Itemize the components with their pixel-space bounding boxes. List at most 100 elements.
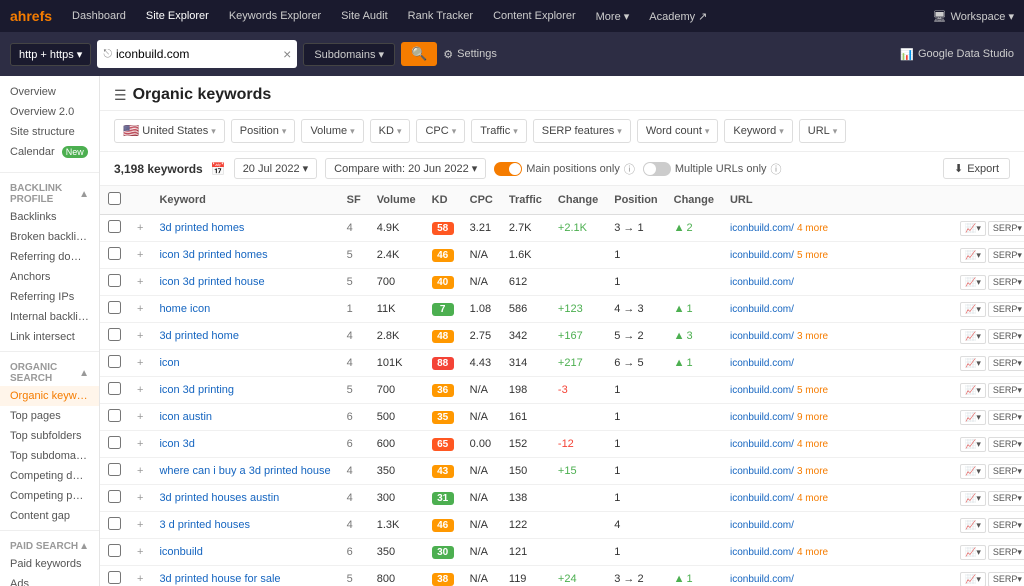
- row-checkbox[interactable]: [108, 301, 121, 314]
- keyword-link[interactable]: iconbuild: [159, 546, 202, 558]
- row-add-cell[interactable]: +: [129, 323, 151, 350]
- th-traffic[interactable]: Traffic: [501, 186, 550, 215]
- serp-button[interactable]: SERP▾: [988, 491, 1024, 506]
- nav-more[interactable]: More ▾: [588, 6, 638, 27]
- sidebar-item-competing-pages[interactable]: Competing pages: [0, 486, 99, 506]
- date-picker[interactable]: 20 Jul 2022 ▾: [234, 158, 317, 179]
- url-link[interactable]: iconbuild.com/: [730, 250, 794, 261]
- filter-kd[interactable]: KD ▾: [370, 119, 411, 143]
- url-link[interactable]: iconbuild.com/: [730, 520, 794, 531]
- row-add-cell[interactable]: +: [129, 512, 151, 539]
- trend-button[interactable]: 📈▾: [960, 572, 986, 586]
- serp-button[interactable]: SERP▾: [988, 464, 1024, 479]
- keyword-link[interactable]: home icon: [159, 303, 210, 315]
- sidebar-item-calendar[interactable]: Calendar New: [0, 142, 99, 162]
- serp-button[interactable]: SERP▾: [988, 545, 1024, 560]
- row-add-cell[interactable]: +: [129, 458, 151, 485]
- trend-button[interactable]: 📈▾: [960, 518, 986, 533]
- sidebar-item-organic-keywords[interactable]: Organic keywords: [0, 386, 99, 406]
- row-add-cell[interactable]: +: [129, 431, 151, 458]
- search-button[interactable]: 🔍: [401, 42, 437, 66]
- serp-button[interactable]: SERP▾: [988, 437, 1024, 452]
- row-add-cell[interactable]: +: [129, 350, 151, 377]
- url-link[interactable]: iconbuild.com/: [730, 277, 794, 288]
- url-link[interactable]: iconbuild.com/: [730, 304, 794, 315]
- keyword-link[interactable]: icon: [159, 357, 179, 369]
- row-checkbox[interactable]: [108, 328, 121, 341]
- keyword-link[interactable]: 3d printed house for sale: [159, 573, 280, 585]
- keyword-link[interactable]: icon 3d: [159, 438, 194, 450]
- th-position[interactable]: Position: [606, 186, 665, 215]
- row-checkbox[interactable]: [108, 517, 121, 530]
- menu-icon[interactable]: ☰: [114, 87, 127, 104]
- sidebar-item-referring-ips[interactable]: Referring IPs: [0, 287, 99, 307]
- row-checkbox[interactable]: [108, 382, 121, 395]
- sidebar-item-top-subfolders[interactable]: Top subfolders: [0, 426, 99, 446]
- trend-button[interactable]: 📈▾: [960, 248, 986, 263]
- row-checkbox[interactable]: [108, 490, 121, 503]
- row-add-cell[interactable]: +: [129, 215, 151, 242]
- nav-site-explorer[interactable]: Site Explorer: [138, 6, 217, 26]
- multiple-urls-toggle[interactable]: [643, 162, 671, 176]
- row-checkbox[interactable]: [108, 355, 121, 368]
- keyword-link[interactable]: icon 3d printed house: [159, 276, 264, 288]
- serp-button[interactable]: SERP▾: [988, 329, 1024, 344]
- sidebar-item-overview[interactable]: Overview: [0, 82, 99, 102]
- main-positions-info-icon[interactable]: ⓘ: [624, 161, 635, 177]
- serp-button[interactable]: SERP▾: [988, 302, 1024, 317]
- row-checkbox[interactable]: [108, 409, 121, 422]
- settings-button[interactable]: ⚙ Settings: [443, 48, 497, 61]
- row-add-cell[interactable]: +: [129, 242, 151, 269]
- google-data-studio-button[interactable]: 📊 Google Data Studio: [900, 48, 1014, 61]
- sidebar-item-ads[interactable]: Ads: [0, 574, 99, 586]
- trend-button[interactable]: 📈▾: [960, 491, 986, 506]
- url-link[interactable]: iconbuild.com/: [730, 385, 794, 396]
- filter-serp-features[interactable]: SERP features ▾: [533, 119, 631, 143]
- row-checkbox[interactable]: [108, 274, 121, 287]
- url-link[interactable]: iconbuild.com/: [730, 574, 794, 585]
- row-checkbox[interactable]: [108, 463, 121, 476]
- nav-academy[interactable]: Academy ↗: [641, 6, 715, 27]
- url-input[interactable]: [116, 47, 281, 61]
- trend-button[interactable]: 📈▾: [960, 410, 986, 425]
- nav-rank-tracker[interactable]: Rank Tracker: [400, 6, 481, 26]
- row-checkbox[interactable]: [108, 247, 121, 260]
- sidebar-item-anchors[interactable]: Anchors: [0, 267, 99, 287]
- keyword-link[interactable]: icon 3d printed homes: [159, 249, 267, 261]
- nav-keywords-explorer[interactable]: Keywords Explorer: [221, 6, 329, 26]
- th-sf[interactable]: SF: [339, 186, 369, 215]
- filter-position[interactable]: Position ▾: [231, 119, 296, 143]
- paid-search-section[interactable]: Paid search ▲: [0, 535, 99, 554]
- filter-word-count[interactable]: Word count ▾: [637, 119, 719, 143]
- select-all-checkbox[interactable]: [108, 192, 121, 205]
- th-pos-change[interactable]: Change: [666, 186, 722, 215]
- sidebar-item-top-pages[interactable]: Top pages: [0, 406, 99, 426]
- clear-url-icon[interactable]: ×: [283, 46, 291, 62]
- sidebar-item-site-structure[interactable]: Site structure: [0, 122, 99, 142]
- workspace-button[interactable]: 🖥 Workspace ▾: [933, 10, 1014, 23]
- sidebar-item-competing-domains[interactable]: Competing domains: [0, 466, 99, 486]
- filter-keyword[interactable]: Keyword ▾: [724, 119, 792, 143]
- trend-button[interactable]: 📈▾: [960, 302, 986, 317]
- backlink-profile-section[interactable]: Backlink profile ▲: [0, 177, 99, 207]
- serp-button[interactable]: SERP▾: [988, 572, 1024, 586]
- trend-button[interactable]: 📈▾: [960, 383, 986, 398]
- filter-volume[interactable]: Volume ▾: [301, 119, 363, 143]
- url-link[interactable]: iconbuild.com/: [730, 466, 794, 477]
- row-checkbox[interactable]: [108, 571, 121, 584]
- url-link[interactable]: iconbuild.com/: [730, 358, 794, 369]
- serp-button[interactable]: SERP▾: [988, 275, 1024, 290]
- sidebar-item-broken-backlinks[interactable]: Broken backlinks: [0, 227, 99, 247]
- trend-button[interactable]: 📈▾: [960, 221, 986, 236]
- sidebar-item-backlinks[interactable]: Backlinks: [0, 207, 99, 227]
- keyword-link[interactable]: 3 d printed houses: [159, 519, 250, 531]
- subdomains-button[interactable]: Subdomains ▾: [303, 43, 395, 66]
- keyword-link[interactable]: 3d printed houses austin: [159, 492, 279, 504]
- th-change[interactable]: Change: [550, 186, 606, 215]
- serp-button[interactable]: SERP▾: [988, 221, 1024, 236]
- th-kd[interactable]: KD: [424, 186, 462, 215]
- keyword-link[interactable]: icon austin: [159, 411, 212, 423]
- url-link[interactable]: iconbuild.com/: [730, 412, 794, 423]
- trend-button[interactable]: 📈▾: [960, 356, 986, 371]
- serp-button[interactable]: SERP▾: [988, 248, 1024, 263]
